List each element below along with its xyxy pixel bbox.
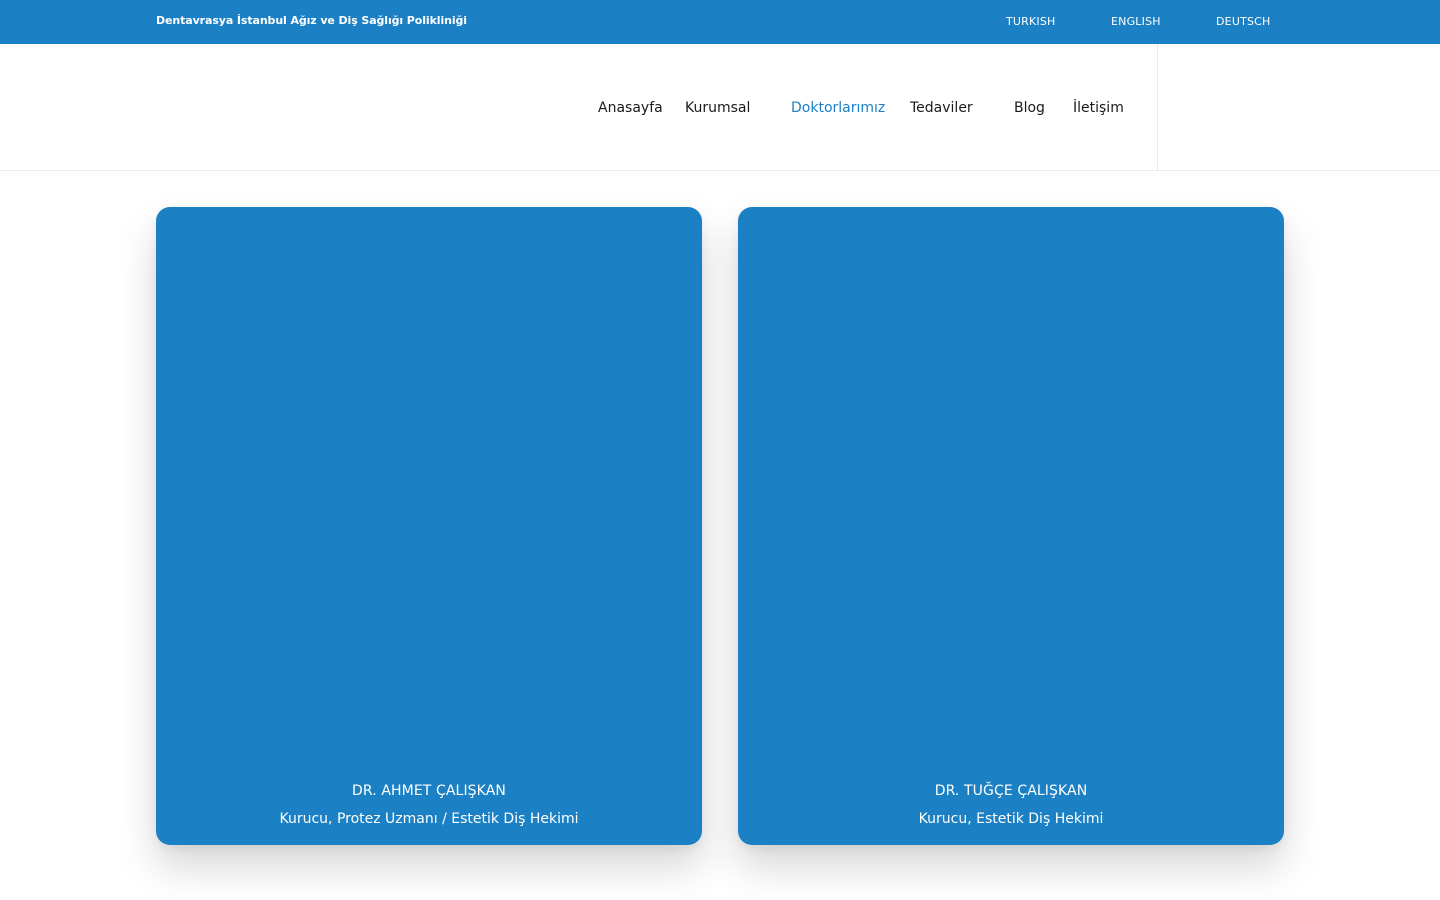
clinic-name: Dentavrasya İstanbul Ağız ve Diş Sağlığı… bbox=[156, 14, 467, 27]
nav-item-tedaviler[interactable]: Tedaviler bbox=[910, 100, 973, 116]
doctor-name: DR. AHMET ÇALIŞKAN bbox=[352, 783, 506, 799]
nav-item-kurumsal[interactable]: Kurumsal bbox=[685, 100, 750, 116]
doctor-card-ahmet[interactable]: DR. AHMET ÇALIŞKAN Kurucu, Protez Uzmanı… bbox=[156, 207, 702, 845]
doctor-title: Kurucu, Estetik Diş Hekimi bbox=[918, 811, 1104, 827]
language-link-turkish[interactable]: TURKISH bbox=[1006, 15, 1056, 28]
doctor-card-tugce[interactable]: DR. TUĞÇE ÇALIŞKAN Kurucu, Estetik Diş H… bbox=[738, 207, 1284, 845]
doctor-name: DR. TUĞÇE ÇALIŞKAN bbox=[934, 783, 1088, 799]
main-header: Anasayfa Kurumsal Doktorlarımız Tedavile… bbox=[0, 44, 1440, 171]
language-link-deutsch[interactable]: DEUTSCH bbox=[1216, 15, 1271, 28]
top-bar: Dentavrasya İstanbul Ağız ve Diş Sağlığı… bbox=[0, 0, 1440, 44]
header-divider bbox=[1157, 44, 1158, 171]
doctor-title: Kurucu, Protez Uzmanı / Estetik Diş Heki… bbox=[279, 811, 579, 827]
nav-item-blog[interactable]: Blog bbox=[1014, 100, 1045, 116]
nav-item-iletisim[interactable]: İletişim bbox=[1073, 100, 1124, 116]
language-link-english[interactable]: ENGLISH bbox=[1111, 15, 1161, 28]
nav-item-anasayfa[interactable]: Anasayfa bbox=[598, 100, 663, 116]
nav-item-doktorlarimiz[interactable]: Doktorlarımız bbox=[791, 100, 885, 116]
